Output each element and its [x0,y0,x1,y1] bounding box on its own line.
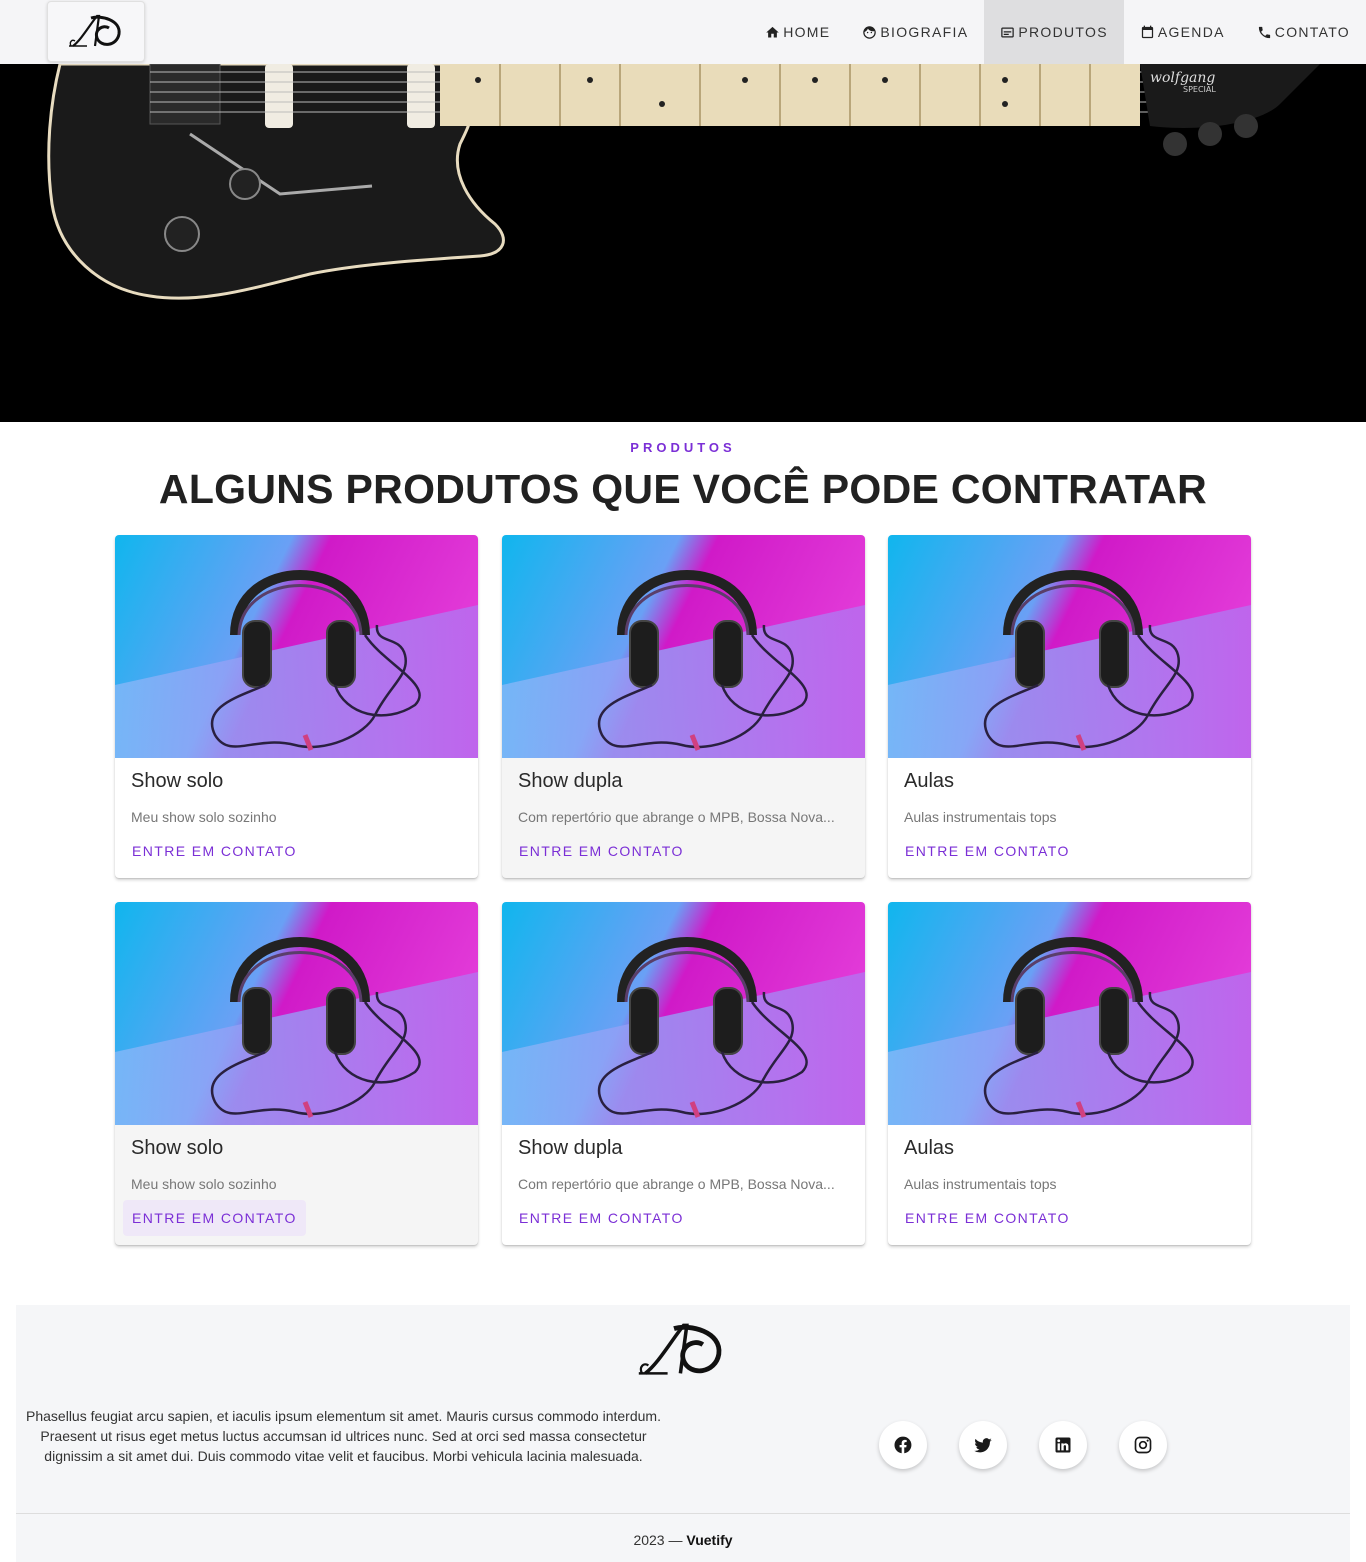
nav-biografia[interactable]: BIOGRAFIA [846,0,984,64]
linkedin-button[interactable] [1039,1421,1087,1469]
nav-contato-label: CONTATO [1274,24,1350,40]
headphones-image [888,902,1251,1125]
face-icon [863,25,877,39]
facebook-icon [894,1436,912,1454]
headphones-image [888,535,1251,758]
card-title: Show solo [131,1137,224,1159]
main-nav: HOME BIOGRAFIA PRODUTOS AGENDA CONTATO [749,0,1366,64]
app-bar: HOME BIOGRAFIA PRODUTOS AGENDA CONTATO [0,0,1366,64]
contact-button[interactable]: ENTRE EM CONTATO [123,1200,306,1236]
product-card: Show dupla Com repertório que abrange o … [502,902,865,1245]
footer-logo-icon [638,1323,722,1375]
product-card: Aulas Aulas instrumentais tops ENTRE EM … [888,535,1251,878]
product-card: Show solo Meu show solo sozinho ENTRE EM… [115,902,478,1245]
hero-brand-sub: SPECIAL [1183,85,1216,94]
product-card: Aulas Aulas instrumentais tops ENTRE EM … [888,902,1251,1245]
contact-button[interactable]: ENTRE EM CONTATO [510,833,693,869]
footer-copyright: 2023 — Vuetify [16,1532,1350,1548]
section-overline: PRODUTOS [630,440,736,455]
nav-produtos[interactable]: PRODUTOS [984,0,1124,64]
twitter-icon [974,1438,992,1453]
calendar-icon [1141,25,1153,38]
contact-button[interactable]: ENTRE EM CONTATO [510,1200,693,1236]
nav-contato[interactable]: CONTATO [1241,0,1366,64]
logo-button[interactable] [47,1,145,62]
footer-year: 2023 — [633,1532,683,1548]
headphones-image [115,902,478,1125]
nav-agenda[interactable]: AGENDA [1124,0,1241,64]
card-subtitle: Com repertório que abrange o MPB, Bossa … [518,1176,835,1192]
guitar-image: wolfgang SPECIAL [47,64,1320,300]
footer: Phasellus feugiat arcu sapien, et iaculi… [16,1305,1350,1562]
card-subtitle: Meu show solo sozinho [131,1176,277,1192]
card-title: Show dupla [518,1137,623,1159]
contact-button[interactable]: ENTRE EM CONTATO [896,1200,1079,1236]
social-links [879,1421,1167,1469]
contact-button[interactable]: ENTRE EM CONTATO [123,833,306,869]
card-subtitle: Meu show solo sozinho [131,809,277,825]
logo-icon [69,14,121,47]
nav-home[interactable]: HOME [749,0,846,64]
nav-home-label: HOME [783,24,831,40]
headphones-image [502,535,865,758]
footer-text: Phasellus feugiat arcu sapien, et iaculi… [26,1408,661,1464]
contact-button[interactable]: ENTRE EM CONTATO [896,833,1079,869]
nav-produtos-label: PRODUTOS [1018,24,1108,40]
footer-divider [16,1513,1350,1514]
instagram-button[interactable] [1119,1421,1167,1469]
nav-agenda-label: AGENDA [1157,24,1225,40]
card-title: Show solo [131,770,224,792]
hero-banner: wolfgang SPECIAL [0,64,1366,422]
card-icon [1001,27,1015,37]
section-headline: ALGUNS PRODUTOS QUE VOCÊ PODE CONTRATAR [158,466,1208,512]
twitter-button[interactable] [959,1421,1007,1469]
product-card: Show solo Meu show solo sozinho ENTRE EM… [115,535,478,878]
card-subtitle: Com repertório que abrange o MPB, Bossa … [518,809,835,825]
headphones-image [502,902,865,1125]
instagram-icon [1134,1436,1152,1454]
card-title: Aulas [904,1137,955,1159]
headphones-image [115,535,478,758]
hero-brand-text: wolfgang [1150,70,1215,86]
home-icon [766,26,779,37]
linkedin-icon [1055,1437,1071,1453]
card-title: Show dupla [518,770,623,792]
card-subtitle: Aulas instrumentais tops [904,809,1057,825]
phone-icon [1258,26,1270,38]
card-title: Aulas [904,770,955,792]
nav-biografia-label: BIOGRAFIA [880,24,969,40]
facebook-button[interactable] [879,1421,927,1469]
card-subtitle: Aulas instrumentais tops [904,1176,1057,1192]
footer-brand: Vuetify [686,1532,733,1548]
product-card: Show dupla Com repertório que abrange o … [502,535,865,878]
